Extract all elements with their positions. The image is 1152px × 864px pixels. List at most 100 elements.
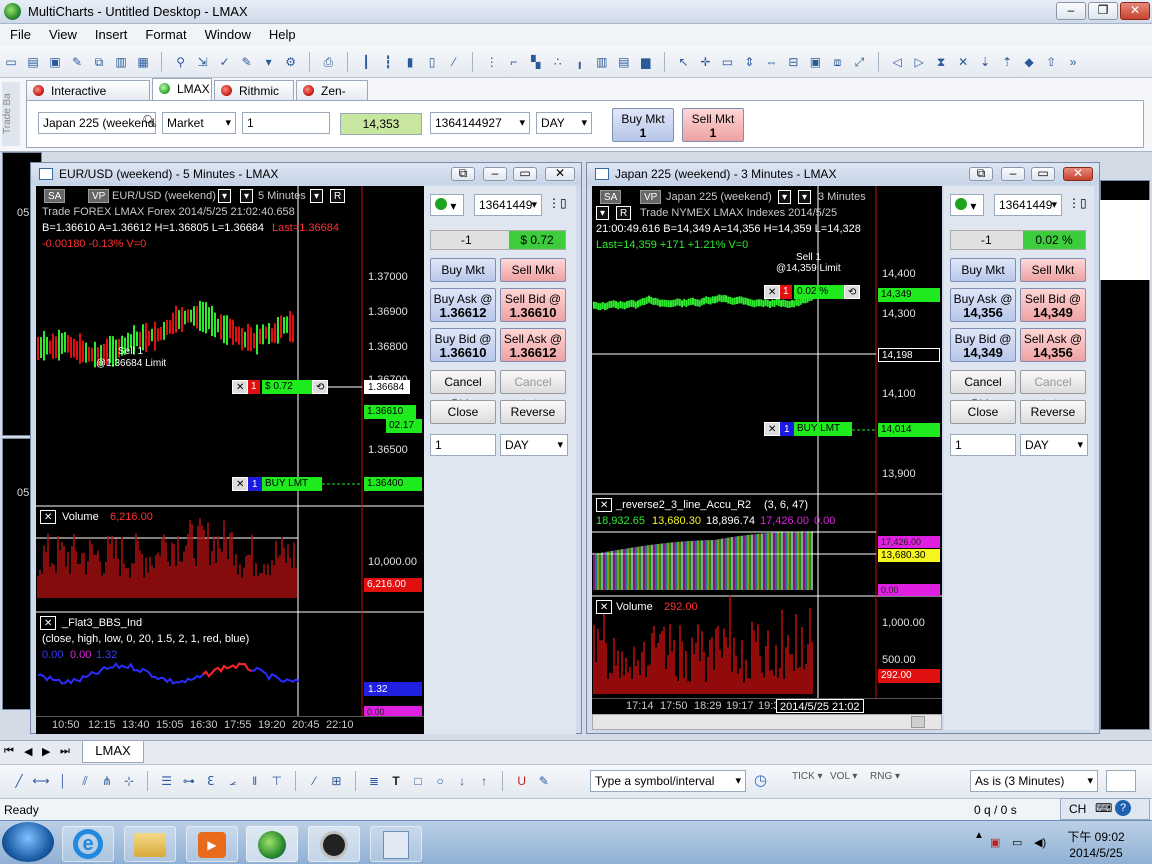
chart-scrollbar[interactable] [592,714,942,730]
prev-tab-icon[interactable]: ◀ [24,745,32,758]
tab-interactive-brokers[interactable]: Interactive Brokers [26,80,150,112]
scrollbar-thumb[interactable] [911,716,925,728]
pen-icon[interactable]: ✎ [535,772,553,790]
buy-limit-order[interactable]: BUY LMT [794,422,852,436]
close-position-icon[interactable]: ✕ [232,380,249,394]
channel-icon[interactable]: ⫽ [76,772,94,790]
chart-minimize-button[interactable]: – [1001,167,1025,181]
cycle-icon[interactable]: ⊤ [268,772,286,790]
multicharts-taskbar-icon[interactable] [246,826,298,862]
buy-market-button[interactable]: Buy Mkt [430,258,496,282]
text-tool-icon[interactable]: T [387,772,405,790]
pf-icon[interactable]: ⋮ [483,53,501,71]
crosshair-icon[interactable]: ✛ [696,53,714,71]
tab-rithmic[interactable]: Rithmic 01 [214,80,294,112]
insert-study-icon[interactable]: ⚲ [172,53,190,71]
sell-market-button[interactable]: Sell Mkt [500,258,566,282]
extra-field[interactable] [1106,770,1136,792]
next-tab-icon[interactable]: ▶ [42,745,50,758]
symbol-input[interactable]: Japan 225 (weekend [38,112,156,134]
shift-icon[interactable]: ⇔ [762,53,780,71]
open-icon[interactable]: ▤ [24,53,42,71]
grid-icon[interactable]: ⊞ [327,772,345,790]
cancel-order-icon[interactable]: ✕ [764,422,781,436]
reverse-position-button[interactable]: Reverse [1020,400,1086,424]
buy-ask-button[interactable]: Buy Ask @14,356 [950,288,1016,322]
chart-area-japan225[interactable]: SA VP Japan 225 (weekend) ▾ ▾ 3 Minutes … [592,186,942,714]
volume-chart-button[interactable]: VOL ▾ [830,771,857,782]
file-explorer-icon[interactable] [124,826,176,862]
tif-select[interactable]: DAY [536,112,592,134]
cancel-asks-button[interactable]: Cancel Asks [1020,370,1086,411]
tif-select[interactable]: DAY [1020,434,1088,456]
edit-icon[interactable]: ✎ [68,53,86,71]
volume-icon[interactable]: ◀) [1034,836,1046,849]
prev-icon[interactable]: ◁ [888,53,906,71]
minimize-button[interactable]: – [1056,2,1086,20]
search-icon[interactable]: 🔍︎ [142,114,157,128]
chart-maximize-button[interactable]: ▭ [1031,167,1055,181]
document-taskbar-icon[interactable] [370,826,422,862]
help-icon[interactable]: ? [1115,800,1131,816]
chart-settings-button[interactable]: ⧉ [451,167,475,181]
vertical-line-icon[interactable]: │ [54,772,72,790]
vp-button[interactable]: VP [640,190,662,204]
zoom-icon[interactable]: ⇲ [194,53,212,71]
network-icon[interactable]: ▣ [990,836,1000,849]
arrow-up-icon[interactable]: ⇧ [1042,53,1060,71]
horizontal-line-icon[interactable]: ⟷ [32,772,50,790]
menu-file[interactable]: File [0,24,39,42]
media-player-icon[interactable]: ▶ [186,826,238,862]
window-icon[interactable]: ▣ [806,53,824,71]
symbol-dropdown[interactable]: ▾ [778,190,792,204]
last-tab-icon[interactable]: ⏭ [60,745,70,758]
tick-chart-button[interactable]: TICK ▾ [792,771,823,782]
fib-ext-icon[interactable]: ⊶ [180,772,198,790]
sell-bid-button[interactable]: Sell Bid @14,349 [1020,288,1086,322]
tab-zen-fire[interactable]: Zen-Fire [296,80,368,112]
tf-dropdown-2[interactable]: ▾ [310,189,324,203]
chart-close-button[interactable]: ✕ [545,167,575,181]
line-chart-icon[interactable]: ⁄ [445,53,463,71]
order-icon[interactable]: ✎ [238,53,256,71]
close-pane-icon[interactable]: ✕ [596,600,613,614]
hourglass-icon[interactable]: ⧗ [932,53,950,71]
diamond-icon[interactable]: ◆ [1020,53,1038,71]
vp-button[interactable]: VP [88,189,110,203]
ruler-icon[interactable]: ⁄ [305,772,323,790]
link-icon[interactable]: ⤢ [850,53,868,71]
restore-button[interactable]: ❐ [1088,2,1118,20]
buy-market-button[interactable]: Buy Mkt 1 [612,108,674,142]
trade-icon[interactable]: ✓ [216,53,234,71]
screenshot-icon[interactable]: ⧈ [828,53,846,71]
renko-icon[interactable]: ▚ [527,53,545,71]
menu-view[interactable]: View [39,24,85,42]
symbol-dropdown[interactable]: ▾ [218,189,232,203]
range-chart-button[interactable]: RNG ▾ [870,771,900,782]
chart-area-eurusd[interactable]: SA VP EUR/USD (weekend) ▾ ▾ 5 Minutes ▾ … [36,186,424,734]
internet-explorer-icon[interactable]: e [62,826,114,862]
connection-status-toggle[interactable]: ▾ [430,194,464,216]
menu-format[interactable]: Format [135,24,194,42]
expand-icon[interactable]: ✕ [954,53,972,71]
close-position-icon[interactable]: ✕ [764,285,781,299]
clipboard-icon[interactable]: ▥ [112,53,130,71]
menu-help[interactable]: Help [259,24,304,42]
clock-date[interactable]: 2014/5/25 [1066,846,1126,860]
menu-insert[interactable]: Insert [85,24,136,42]
buy-ask-button[interactable]: Buy Ask @1.36612 [430,288,496,322]
magnet-icon[interactable]: U [513,772,531,790]
close-pane-icon[interactable]: ✕ [40,616,57,630]
r-button[interactable]: R [616,206,632,220]
next-icon[interactable]: ▷ [910,53,928,71]
buy-market-button[interactable]: Buy Mkt [950,258,1016,282]
quantity-field[interactable]: 1 [430,434,496,456]
print-icon[interactable]: ⎙ [319,53,337,71]
close-button[interactable]: ✕ [1120,2,1150,20]
r-button[interactable]: R [330,189,346,203]
quantity-field[interactable]: 1 [950,434,1016,456]
hist-icon[interactable]: ▆ [637,53,655,71]
fib-retrace-icon[interactable]: ☰ [158,772,176,790]
chart-minimize-button[interactable]: – [483,167,507,181]
timeframe-dropdown[interactable]: ▾ [798,190,812,204]
